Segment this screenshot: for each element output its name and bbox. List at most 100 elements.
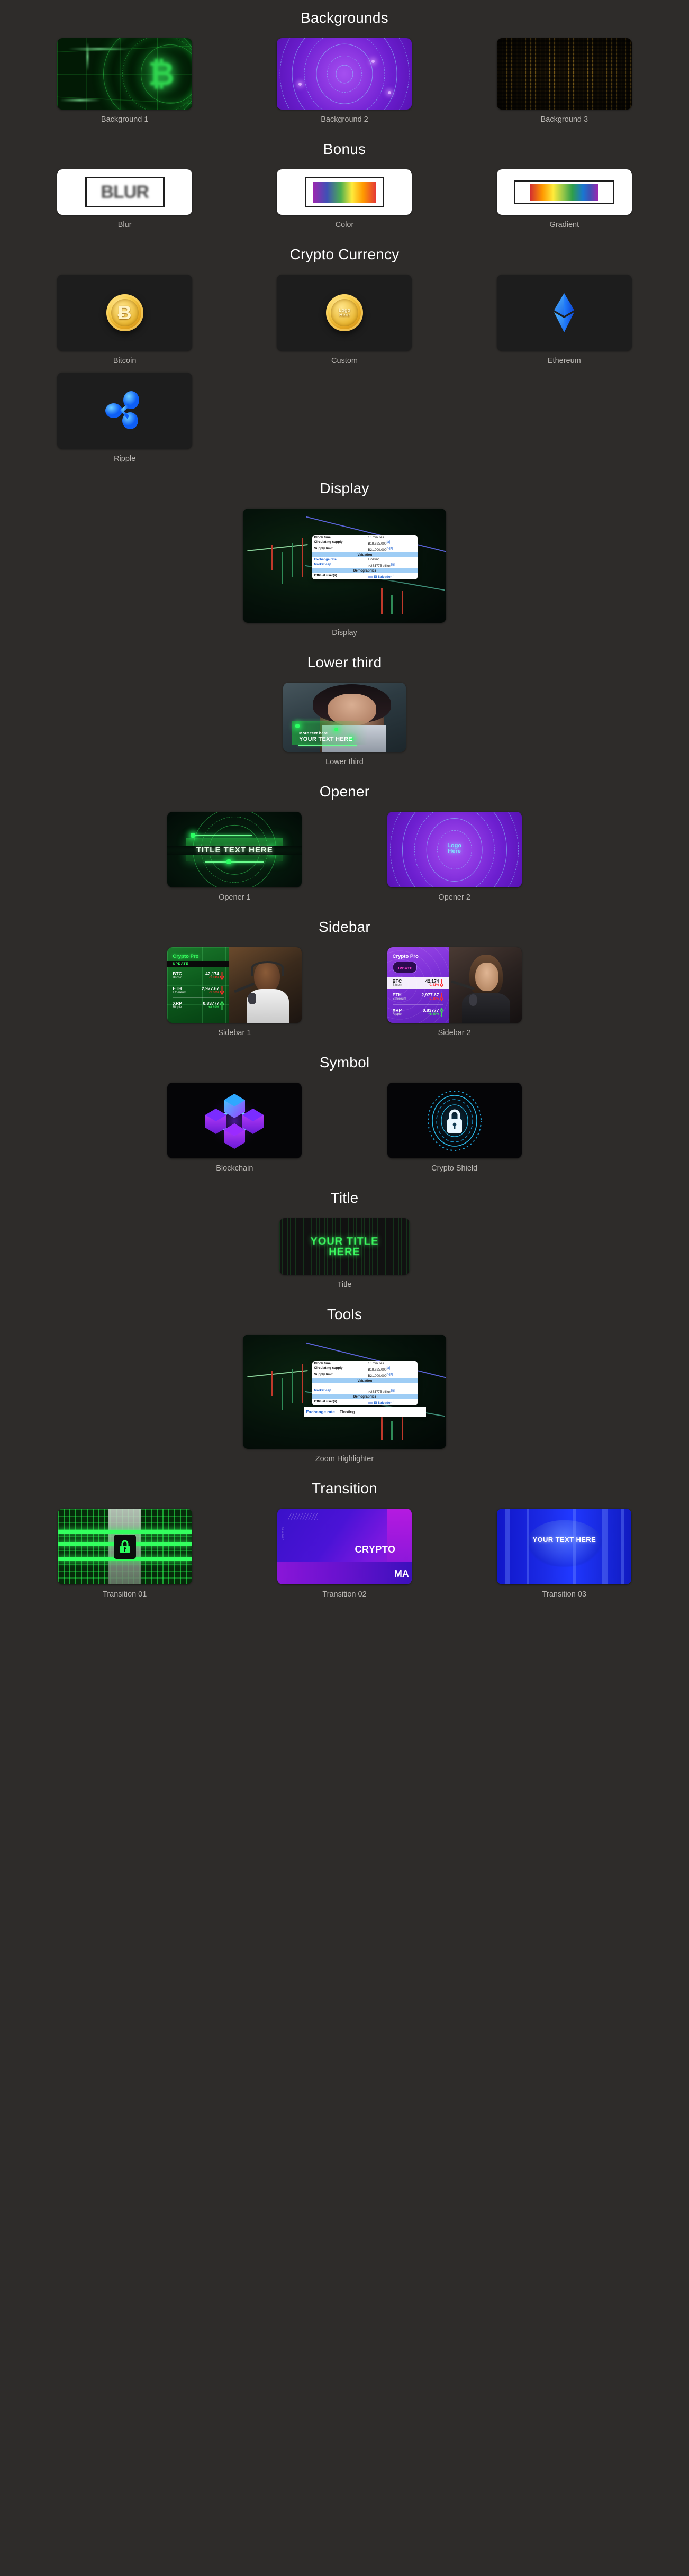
preview-frame: GRADIENT [514,180,615,204]
zoom-highlight-row: Exchange rate Floating [304,1407,426,1417]
opener-1-preview[interactable]: TITLE TEXT HERE [167,812,302,887]
color-preview[interactable]: COLOR [277,169,412,215]
infobox-label[interactable]: Exchange rate [312,557,366,562]
template-card[interactable]: Blockchain [125,1083,344,1173]
card-caption: Ethereum [547,357,581,365]
template-card[interactable]: Ripple [15,373,234,463]
title-preview[interactable]: YOUR TITLE HERE [279,1218,410,1275]
bottom-spacer [0,1606,689,1616]
sidebar-grid: Crypto Pro UPDATE BTC Bitcoin 42,174 -1.… [0,947,689,1045]
infobox-value-text: Ƀ18,925,000 [368,541,387,546]
infobox-value: Ƀ18,925,000[a] [366,1366,418,1372]
template-card[interactable]: Background 2 [234,38,454,124]
ticker-row: XRP Ripple 0.83777 +8.89% [393,1008,444,1017]
microphone-icon [248,992,256,1004]
table-row: Market cap >US$775 billion[g] [312,1388,418,1394]
section-backgrounds: Backgrounds ₿ Background 1 Background 2 … [0,0,689,131]
template-card[interactable]: COLOR Color [234,169,454,229]
crypto-shield-preview[interactable] [387,1083,522,1158]
card-caption: Transition 02 [322,1590,367,1599]
template-card[interactable]: Block time 10 minutes Circulating supply… [234,1335,454,1463]
sidebar-host-photo [229,947,302,1023]
transition-02-preview[interactable]: 00 00000 CRYPTO MA [277,1509,412,1584]
background-3-preview[interactable] [496,38,632,110]
candle [302,538,304,577]
glitch-stripe [505,1509,510,1584]
blockchain-preview[interactable] [167,1083,302,1158]
zoom-highlighter-preview[interactable]: Block time 10 minutes Circulating supply… [242,1335,446,1449]
gradient-preview[interactable]: GRADIENT [496,169,632,215]
infobox-table: Block time 10 minutes Circulating supply… [312,1361,418,1405]
arrow-down-icon [440,993,444,1001]
sidebar-2-preview[interactable]: Crypto Pro UPDATE BTC Bitcoin 42,174 -1.… [387,947,522,1023]
table-row: Circulating supply Ƀ18,925,000[a] [312,1366,418,1372]
ripple-preview[interactable] [57,373,193,449]
candle [401,591,403,614]
template-card[interactable]: 00 00000 CRYPTO MA Transition 02 [234,1509,454,1599]
ticker-symbol: XRP [392,1008,402,1013]
logo-line-1: Logo [447,842,462,849]
template-card[interactable]: YOUR TEXT HERE Transition 03 [455,1509,674,1599]
transition-01-preview[interactable] [57,1509,192,1584]
infobox-value-link[interactable]: El Salvador [374,1401,392,1405]
template-card[interactable]: ₿ Background 1 [15,38,234,124]
template-card[interactable]: More text here YOUR TEXT HERE Lower thir… [234,683,454,766]
ticker-change: +8.89% [208,1005,220,1009]
template-card[interactable]: Transition 01 [15,1509,234,1599]
moving-average-line [247,544,308,552]
template-card[interactable]: Ƀ Bitcoin [15,275,234,365]
template-card[interactable]: Block time 10 minutes Circulating supply… [234,509,454,637]
blockchain-icon [205,1091,264,1151]
ticker-row-highlighted: BTC Bitcoin 42,174 -1.81% [387,977,449,989]
glow-dot [387,90,391,94]
template-card[interactable]: Logo Here Opener 2 [344,812,564,902]
sidebar-1-preview[interactable]: Crypto Pro UPDATE BTC Bitcoin 42,174 -1.… [167,947,302,1023]
template-card[interactable]: Ethereum [455,275,674,365]
template-card[interactable]: Background 3 [455,38,674,124]
infobox-value: Ƀ18,925,000[a] [366,540,418,546]
template-card[interactable]: Logo Here Custom [234,275,454,365]
background-2-preview[interactable] [277,38,412,110]
ticker-name: Bitcoin [392,983,402,987]
glow-particle [226,859,232,865]
table-row: Valuation [312,1378,418,1383]
transition-text-primary: CRYPTO [355,1544,396,1555]
template-card[interactable]: Crypto Pro UPDATE BTC Bitcoin 42,174 -1.… [125,947,344,1037]
lower-third-preview[interactable]: More text here YOUR TEXT HERE [283,683,406,752]
template-card[interactable]: GRADIENT Gradient [455,169,674,229]
bitcoin-coin-icon: Ƀ [106,294,143,331]
circuit-band [57,1530,192,1534]
bitcoin-preview[interactable]: Ƀ [57,275,193,351]
lower-third-grid: More text here YOUR TEXT HERE Lower thir… [0,683,689,774]
table-row: Block time 10 minutes [312,1361,418,1366]
ethereum-preview[interactable] [496,275,632,351]
template-card[interactable]: BLUR Blur [15,169,234,229]
candle [292,542,294,577]
template-card[interactable]: Crypto Shield [344,1083,564,1173]
template-card[interactable]: YOUR TITLE HERE Title [234,1218,454,1289]
ticker-row: ETH Ethereum 2,977.67 -1.30% [173,986,224,995]
zoom-highlight-label: Exchange rate [306,1409,335,1414]
display-preview[interactable]: Block time 10 minutes Circulating supply… [242,509,446,623]
arc-ring-6 [336,64,353,84]
candle [281,552,283,584]
template-card[interactable]: Crypto Pro UPDATE BTC Bitcoin 42,174 -1.… [344,947,564,1037]
custom-coin-preview[interactable]: Logo Here [277,275,412,351]
infobox-label[interactable]: Market cap [312,562,366,568]
infobox-value-link[interactable]: El Salvador [374,575,392,579]
row-divider [173,997,224,998]
candle [401,1417,403,1440]
opener-2-preview[interactable]: Logo Here [387,812,522,887]
blur-preview[interactable]: BLUR [57,169,193,215]
background-1-preview[interactable]: ₿ [57,38,193,110]
infobox-label[interactable]: Market cap [312,1388,366,1394]
table-row: Circulating supply Ƀ18,925,000[a] [312,540,418,546]
section-title-lower-third: Lower third [307,654,382,670]
section-tools: Tools Block time 10 minutes Circulating … [0,1296,689,1471]
glitch-stripe [527,1509,530,1584]
template-card[interactable]: TITLE TEXT HERE Opener 1 [125,812,344,902]
plate-accent-line-top [190,835,252,836]
transition-03-preview[interactable]: YOUR TEXT HERE [497,1509,632,1584]
title-line-2: HERE [329,1246,360,1258]
row-divider [392,1004,444,1005]
